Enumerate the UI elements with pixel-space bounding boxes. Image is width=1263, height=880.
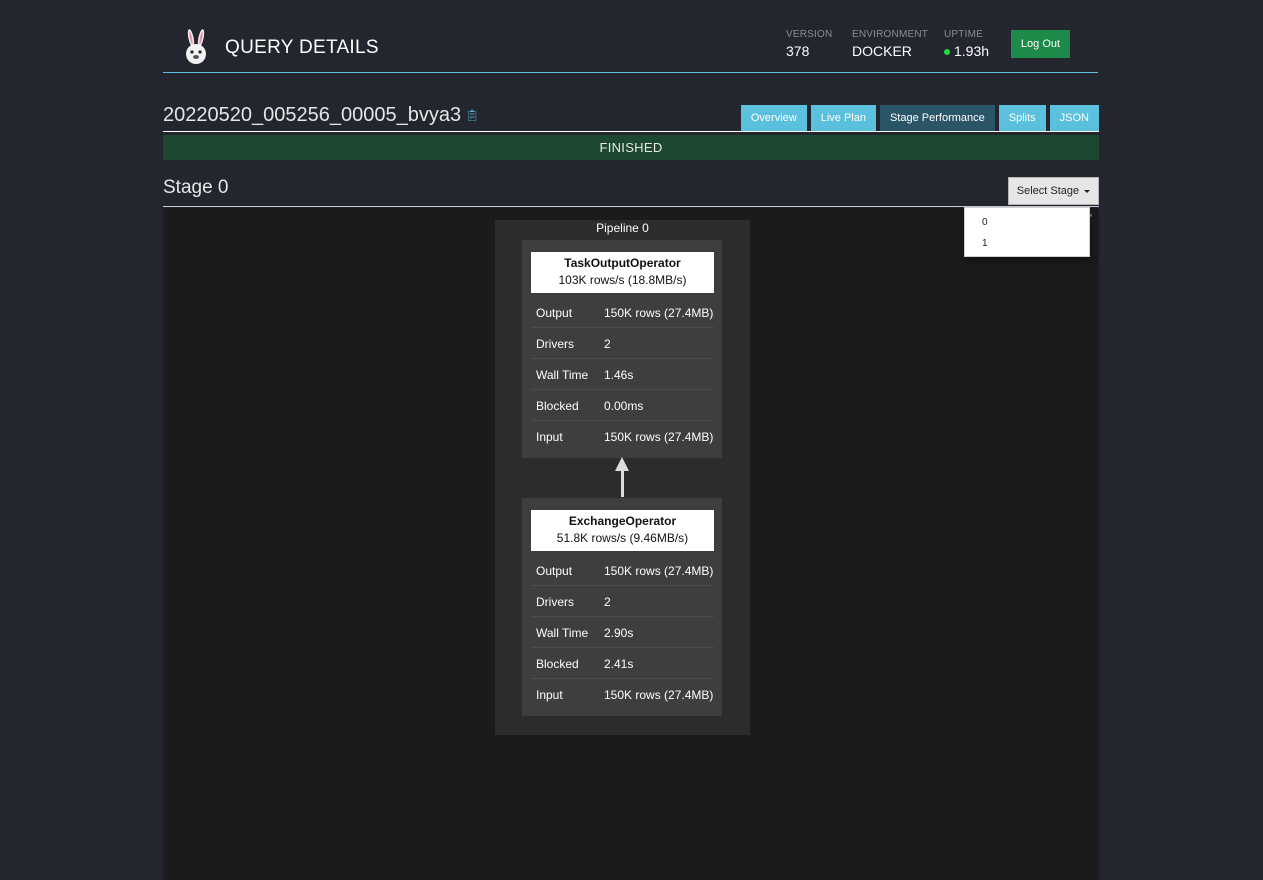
caret-down-icon — [1084, 190, 1091, 193]
stat-row: Blocked 2.41s — [531, 648, 714, 679]
stat-key: Output — [536, 306, 573, 320]
operator-task-output: TaskOutputOperator 103K rows/s (18.8MB/s… — [522, 240, 722, 458]
environment-value: DOCKER — [852, 43, 912, 59]
stat-value: 150K rows (27.4MB) — [604, 688, 714, 702]
stage-dropdown-menu: 0 1 — [964, 207, 1090, 257]
stat-row: Output 150K rows (27.4MB) — [531, 555, 714, 586]
operator-stats: Output 150K rows (27.4MB) Drivers 2 Wall T… — [531, 297, 714, 452]
tab-splits[interactable]: Splits — [998, 105, 1046, 131]
uptime-label: UPTIME — [944, 29, 983, 40]
stage-option-0[interactable]: 0 — [982, 217, 988, 228]
stat-value: 150K rows (27.4MB) — [604, 430, 714, 444]
logout-button[interactable]: Log Out — [1011, 30, 1070, 58]
stat-key: Wall Time — [536, 626, 589, 640]
stat-key: Wall Time — [536, 368, 589, 382]
operator-header: TaskOutputOperator 103K rows/s (18.8MB/s… — [531, 252, 714, 293]
operator-exchange: ExchangeOperator 51.8K rows/s (9.46MB/s)… — [522, 498, 722, 716]
stat-row: Input 150K rows (27.4MB) — [531, 679, 714, 710]
environment-info: ENVIRONMENT DOCKER — [852, 29, 928, 59]
stat-row: Blocked 0.00ms — [531, 390, 714, 421]
stat-value: 2.90s — [604, 626, 634, 640]
tab-overview[interactable]: Overview — [740, 105, 807, 131]
uptime-value: 1.93h — [944, 43, 989, 59]
stat-key: Blocked — [536, 657, 579, 671]
page-title: QUERY DETAILS — [225, 37, 379, 58]
stat-value: 1.46s — [604, 368, 634, 382]
stat-row: Wall Time 1.46s — [531, 359, 714, 390]
stat-value: 150K rows (27.4MB) — [604, 564, 714, 578]
pipeline-canvas[interactable]: ↗ Pipeline 0 TaskOutputOperator 103K row… — [163, 208, 1099, 880]
stat-key: Drivers — [536, 595, 574, 609]
tab-live-plan[interactable]: Live Plan — [810, 105, 876, 131]
pipeline-box: Pipeline 0 TaskOutputOperator 103K rows/… — [495, 220, 750, 735]
uptime-text: 1.93h — [954, 43, 990, 59]
version-label: VERSION — [786, 29, 833, 40]
stat-key: Output — [536, 564, 573, 578]
stage-row: Stage 0 Select Stage — [163, 174, 1099, 207]
stage-title: Stage 0 — [163, 177, 229, 198]
bunny-logo-icon — [186, 29, 206, 64]
environment-label: ENVIRONMENT — [852, 29, 929, 40]
query-id-heading: 20220520_005256_00005_bvya3 📋︎ — [163, 104, 479, 127]
query-tabs: Overview Live Plan Stage Performance Spl… — [740, 105, 1099, 131]
operator-stats: Output 150K rows (27.4MB) Drivers 2 Wall T… — [531, 555, 714, 710]
query-id: 20220520_005256_00005_bvya3 — [163, 104, 462, 126]
stat-key: Drivers — [536, 337, 574, 351]
tab-json[interactable]: JSON — [1049, 105, 1099, 131]
status-dot-icon — [944, 49, 950, 55]
flow-arrow-icon — [615, 457, 629, 471]
stat-row: Drivers 2 — [531, 586, 714, 617]
pipeline-title: Pipeline 0 — [596, 221, 649, 235]
select-stage-button[interactable]: Select Stage — [1008, 177, 1099, 205]
stat-value: 2.41s — [604, 657, 634, 671]
stat-value: 0.00ms — [604, 399, 644, 413]
stat-value: 2 — [604, 595, 611, 609]
tab-stage-performance[interactable]: Stage Performance — [879, 105, 995, 131]
header: QUERY DETAILS VERSION 378 ENVIRONMENT DO… — [163, 0, 1098, 73]
stat-value: 2 — [604, 337, 611, 351]
stat-row: Output 150K rows (27.4MB) — [531, 297, 714, 328]
clipboard-icon[interactable]: 📋︎ — [465, 109, 479, 122]
query-state-bar: FINISHED — [163, 135, 1099, 160]
uptime-info: UPTIME 1.93h — [944, 29, 989, 59]
query-row: 20220520_005256_00005_bvya3 📋︎ Overview L… — [163, 104, 1099, 132]
stat-row: Drivers 2 — [531, 328, 714, 359]
stat-key: Input — [536, 688, 563, 702]
stat-key: Input — [536, 430, 563, 444]
operator-name: TaskOutputOperator — [564, 256, 681, 270]
stage-option-1[interactable]: 1 — [982, 238, 988, 249]
stat-row: Input 150K rows (27.4MB) — [531, 421, 714, 452]
operator-name: ExchangeOperator — [568, 514, 677, 528]
stat-row: Wall Time 2.90s — [531, 617, 714, 648]
stat-key: Blocked — [536, 399, 579, 413]
select-stage-label: Select Stage — [1016, 185, 1080, 197]
operator-rate: 51.8K rows/s (9.46MB/s) — [556, 531, 689, 545]
flow-arrow-line — [621, 471, 624, 497]
stat-value: 150K rows (27.4MB) — [604, 306, 714, 320]
version-value: 378 — [786, 43, 810, 59]
operator-rate: 103K rows/s (18.8MB/s) — [558, 273, 687, 287]
version-info: VERSION 378 — [786, 29, 832, 59]
operator-header: ExchangeOperator 51.8K rows/s (9.46MB/s) — [531, 510, 714, 551]
